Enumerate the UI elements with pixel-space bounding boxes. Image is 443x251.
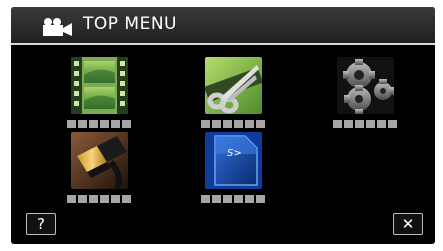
menu-item-label [330, 120, 400, 128]
gears-icon [337, 57, 394, 114]
film-icon [71, 57, 128, 114]
menu-item-edit[interactable] [198, 57, 268, 141]
header-bar: TOP MENU [11, 7, 435, 43]
menu-item-label [64, 120, 134, 128]
help-button[interactable]: ? [26, 213, 56, 235]
sd-card-icon: S> [205, 132, 262, 189]
scissors-icon [205, 57, 262, 114]
menu-item-video-playback[interactable] [64, 57, 134, 141]
menu-item-hdmi-connection[interactable] [64, 132, 134, 216]
menu-item-sd-card[interactable]: S> [198, 132, 268, 216]
page-title: TOP MENU [83, 14, 177, 34]
menu-item-label [198, 120, 268, 128]
hdmi-cable-icon [71, 132, 128, 189]
menu-item-label [198, 195, 268, 203]
header-divider [11, 43, 435, 45]
menu-item-settings[interactable] [330, 57, 400, 141]
video-camera-icon [43, 18, 72, 36]
top-menu-screen: TOP MENU S> ? ✕ [11, 7, 435, 244]
close-button[interactable]: ✕ [393, 213, 423, 235]
svg-text:S>: S> [227, 148, 242, 159]
menu-item-label [64, 195, 134, 203]
